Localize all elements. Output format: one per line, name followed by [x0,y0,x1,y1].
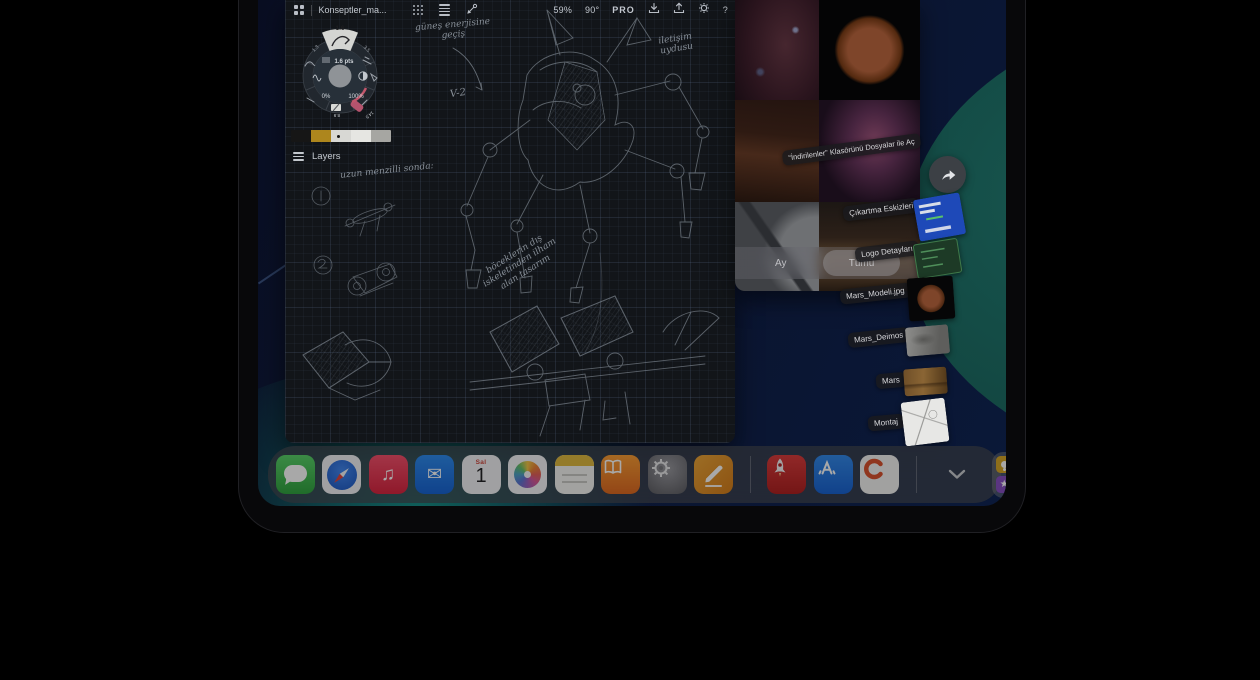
drag-label-montage: Montaj [867,413,904,431]
layers-list-icon[interactable] [439,4,450,15]
forward-arrow-icon [938,165,958,185]
notes-line [562,481,587,483]
drag-label-mars: Mars [875,372,906,390]
pro-badge[interactable]: PRO [612,5,635,15]
calendar-day: 1 [462,465,501,488]
mars-model-thumb[interactable] [907,275,956,321]
selected-size-label: 1.6 [335,25,344,32]
stroke-width-label: 1.6 pts [334,59,354,65]
concepts-app-window[interactable]: güneş enerjisine geçiş iletişim uydusu V… [285,0,735,443]
pen-baseline [705,485,722,487]
layers-button[interactable]: Layers [293,151,341,162]
dock-app-concepts[interactable] [860,455,899,494]
sticker-sheet-blue-thumb[interactable] [913,192,967,242]
mars-deimos-thumb[interactable] [905,324,950,357]
settings-gear-icon[interactable] [698,1,710,19]
toolbar-separator [311,5,312,16]
notes-header [555,455,594,466]
dock-app-appstore[interactable] [814,455,853,494]
envelope-icon: ✉ [415,455,454,494]
dock-divider [916,456,917,493]
zoom-level[interactable]: 59% [553,5,572,15]
rotation-angle[interactable]: 90° [585,5,599,15]
chevron-down-icon [948,469,966,480]
rocket-icon [767,455,793,481]
drag-label-mars-deimos: Mars_Deimos [847,327,910,348]
mars-photo-thumb[interactable] [903,367,948,397]
dock-app-mail[interactable]: ✉ [415,455,454,494]
notes-line [562,474,587,476]
palette-swatch[interactable] [291,130,311,142]
concepts-toolbar-right: 59% 90° PRO ? [553,0,728,20]
marker-size-label: 8.9 [333,113,340,118]
gear-icon [648,455,674,481]
photo-mars-globe[interactable] [819,0,920,100]
ipad-screen: güneş enerjisine geçiş iletişim uydusu V… [258,0,1006,506]
document-title: Konseptler_ma... [319,5,387,15]
dock-divider [750,456,751,493]
opacity-min-label: 0% [322,94,331,100]
dock-app-messages[interactable] [276,455,315,494]
app-library-button[interactable]: ★ [992,452,1007,498]
palette-swatch[interactable] [311,130,331,142]
color-puck [329,65,352,88]
palette-swatch[interactable] [351,130,371,142]
tips-mini-icon [996,456,1006,473]
dock-app-music[interactable]: ♫ [369,455,408,494]
chat-bubble-icon [284,465,307,482]
layers-menu-icon [293,152,304,161]
concepts-c-icon [860,455,888,483]
layers-label: Layers [312,151,341,162]
tab-months[interactable]: Ay [775,258,787,269]
dock-app-books[interactable] [601,455,640,494]
dock-app-rocket[interactable] [767,455,806,494]
palette-swatch-selected[interactable] [331,130,351,142]
pen-icon [704,465,723,484]
annotation-version: V-2 [449,87,466,101]
palette-swatch[interactable] [371,130,391,142]
vector-pen-icon[interactable] [466,3,478,17]
dock-app-safari[interactable] [322,455,361,494]
color-palette[interactable] [291,130,391,142]
opacity-max-label: 100% [348,94,364,100]
sticker-sheet-green-thumb[interactable] [913,238,963,280]
music-note-icon: ♫ [369,455,408,494]
star-mini-icon: ★ [996,476,1006,493]
home-grid-icon[interactable] [294,5,304,15]
dock-app-settings[interactable] [648,455,687,494]
dock-app-notes[interactable] [555,455,594,494]
dock-app-sketch-pen[interactable] [694,455,733,494]
tool-wheel[interactable]: 1.6 1.3 3.5 14.5 8. [293,16,389,130]
open-book-icon [601,455,625,479]
import-icon[interactable] [648,1,660,19]
dock: ♫ ✉ Sal 1 [268,446,1001,503]
appstore-a-icon [814,455,840,481]
photo-nebula-horsehead[interactable] [735,0,819,100]
dock-collapse-button[interactable] [942,455,972,494]
stage: güneş enerjisine geçiş iletişim uydusu V… [0,0,1260,680]
montage-sketch-thumb[interactable] [900,397,949,446]
dock-app-calendar[interactable]: Sal 1 [462,455,501,494]
open-in-files-button[interactable] [929,156,966,193]
help-button[interactable]: ? [723,5,728,15]
export-icon[interactable] [673,1,685,19]
dock-app-photos[interactable] [508,455,547,494]
snap-grid-icon[interactable] [413,5,423,15]
eraser-size-label: 14.5 [364,110,374,120]
photos-flower-icon [514,461,541,488]
